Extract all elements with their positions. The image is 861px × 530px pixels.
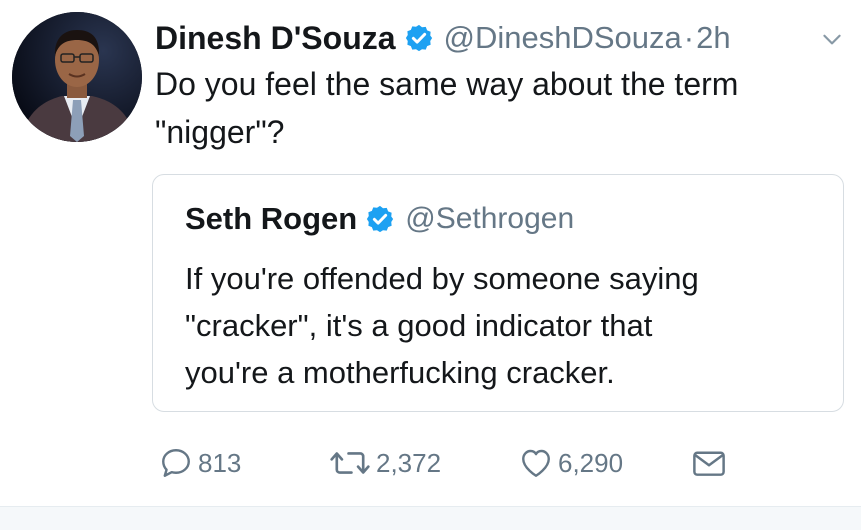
quoted-author-name[interactable]: Seth Rogen (185, 201, 357, 237)
retweet-icon (328, 445, 372, 481)
direct-message-button[interactable] (690, 440, 728, 486)
verified-badge-icon (404, 23, 434, 53)
verified-badge-icon (365, 204, 395, 234)
quoted-tweet-header: Seth Rogen @Sethrogen (185, 197, 574, 241)
author-name[interactable]: Dinesh D'Souza (155, 20, 396, 57)
reply-button[interactable]: 813 (158, 440, 241, 486)
tweet-text: Do you feel the same way about the term … (155, 66, 739, 150)
reply-icon (158, 445, 194, 481)
retweet-count: 2,372 (376, 447, 442, 478)
quoted-author-handle[interactable]: @Sethrogen (405, 202, 574, 236)
author-avatar[interactable] (12, 12, 142, 142)
quoted-tweet-card[interactable]: Seth Rogen @Sethrogen If you're offended… (152, 174, 844, 412)
tweet-timestamp[interactable]: 2h (696, 20, 730, 56)
tweet-header: Dinesh D'Souza @DineshDSouza · 2h (155, 16, 845, 60)
reply-count: 813 (198, 447, 242, 478)
chevron-down-icon[interactable] (819, 26, 845, 52)
like-button[interactable]: 6,290 (518, 440, 623, 486)
envelope-icon (690, 445, 728, 481)
heart-icon (518, 445, 554, 481)
tweet-actions: 813 2,372 6,290 (158, 440, 758, 486)
retweet-button[interactable]: 2,372 (328, 440, 441, 486)
bottom-divider (0, 506, 861, 530)
author-handle[interactable]: @DineshDSouza (444, 20, 682, 56)
quoted-tweet-text: If you're offended by someone saying "cr… (185, 261, 699, 390)
separator-dot: · (683, 20, 695, 55)
profile-photo-icon (12, 12, 142, 142)
tweet-page: Dinesh D'Souza @DineshDSouza · 2h Do you… (0, 0, 861, 530)
like-count: 6,290 (558, 447, 624, 478)
